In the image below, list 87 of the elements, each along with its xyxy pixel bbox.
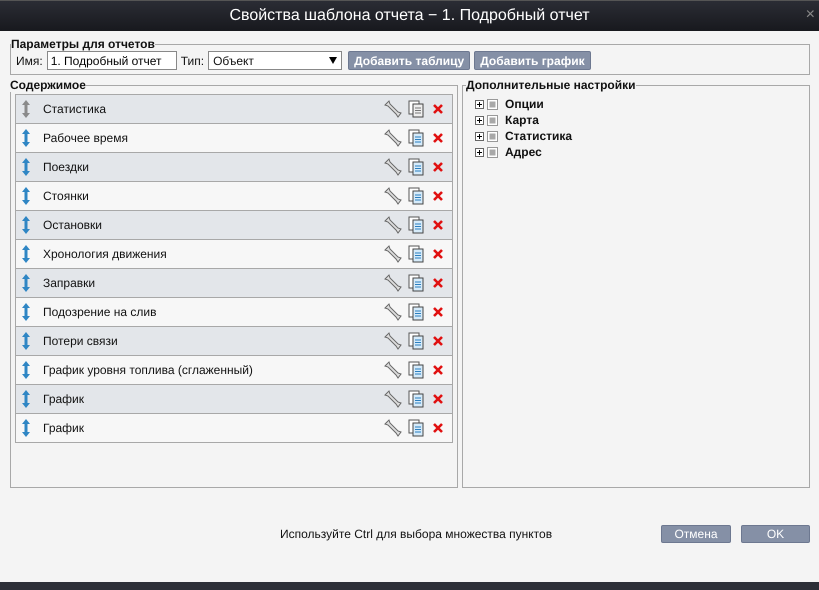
move-arrow-icon[interactable] <box>21 128 31 148</box>
wrench-icon[interactable] <box>384 245 402 263</box>
delete-icon[interactable] <box>432 364 444 376</box>
move-arrow-icon[interactable] <box>21 389 31 409</box>
expand-icon[interactable] <box>475 148 484 156</box>
move-arrow-icon[interactable] <box>21 244 31 264</box>
hint-text: Используйте Ctrl для выбора множества пунктов <box>280 527 554 541</box>
delete-icon[interactable] <box>432 335 444 347</box>
tree-item-label[interactable]: Карта <box>505 113 539 127</box>
delete-icon[interactable] <box>432 248 444 260</box>
copy-icon[interactable] <box>408 245 424 263</box>
checkbox[interactable] <box>487 146 498 158</box>
wrench-icon[interactable] <box>384 216 402 234</box>
delete-icon[interactable] <box>432 393 444 405</box>
content-item[interactable]: График <box>16 385 452 414</box>
group-title: Параметры для отчетов <box>11 37 155 51</box>
expand-icon[interactable] <box>475 116 484 124</box>
delete-icon[interactable] <box>432 103 444 115</box>
wrench-icon[interactable] <box>384 303 402 321</box>
wrench-icon[interactable] <box>384 419 402 437</box>
move-arrow-icon[interactable] <box>21 418 31 438</box>
wrench-icon[interactable] <box>384 361 402 379</box>
content-item[interactable]: Поездки <box>16 153 452 182</box>
move-arrow-icon[interactable] <box>21 186 31 206</box>
content-item[interactable]: Потери связи <box>16 327 452 356</box>
wrench-icon[interactable] <box>384 100 402 118</box>
group-title: Дополнительные настройки <box>466 78 636 92</box>
copy-icon[interactable] <box>408 332 424 350</box>
item-label: Поездки <box>43 160 90 174</box>
window-title: Свойства шаблона отчета − 1. Подробный отчет <box>229 7 590 25</box>
wrench-icon[interactable] <box>384 274 402 292</box>
copy-icon[interactable] <box>408 100 424 118</box>
field-label: Тип: <box>180 54 204 68</box>
copy-icon[interactable] <box>408 390 424 408</box>
group-title: Содержимое <box>10 78 86 92</box>
delete-icon[interactable] <box>432 190 444 202</box>
move-arrow-icon[interactable] <box>21 302 31 322</box>
delete-icon[interactable] <box>432 306 444 318</box>
close-button[interactable]: × <box>806 7 815 23</box>
move-arrow-icon[interactable] <box>21 157 31 177</box>
item-label: График уровня топлива (сглаженный) <box>43 363 254 377</box>
copy-icon[interactable] <box>408 274 424 292</box>
checkbox[interactable] <box>487 130 498 142</box>
type-dropdown[interactable]: Объект <box>208 51 342 70</box>
delete-icon[interactable] <box>432 422 444 434</box>
tree-item-label[interactable]: Статистика <box>505 129 572 143</box>
name-field[interactable]: 1. Подробный отчет <box>46 51 177 70</box>
delete-icon[interactable] <box>432 132 444 144</box>
tree-item-label[interactable]: Опции <box>505 97 544 111</box>
content-item[interactable]: Заправки <box>16 269 452 298</box>
wrench-icon[interactable] <box>384 332 402 350</box>
item-label: Статистика <box>43 102 108 116</box>
item-label: График <box>43 392 85 406</box>
item-label: График <box>43 421 85 435</box>
item-label: Подозрение на слив <box>43 305 158 319</box>
tree-item-label[interactable]: Адрес <box>505 145 542 159</box>
wrench-icon[interactable] <box>384 390 402 408</box>
content-item[interactable]: Остановки <box>16 211 452 240</box>
copy-icon[interactable] <box>408 129 424 147</box>
checkbox[interactable] <box>487 98 498 110</box>
item-label: Потери связи <box>43 334 119 348</box>
wrench-icon[interactable] <box>384 187 402 205</box>
move-arrow-icon[interactable] <box>21 331 31 351</box>
copy-icon[interactable] <box>408 303 424 321</box>
copy-icon[interactable] <box>408 419 424 437</box>
item-label: Рабочее время <box>43 131 129 145</box>
move-arrow-icon[interactable] <box>21 273 31 293</box>
item-label: Стоянки <box>43 189 90 203</box>
move-arrow-icon[interactable] <box>21 360 31 380</box>
checkbox[interactable] <box>487 114 498 126</box>
copy-icon[interactable] <box>408 361 424 379</box>
wrench-icon[interactable] <box>384 158 402 176</box>
item-label: Остановки <box>43 218 103 232</box>
wrench-icon[interactable] <box>384 129 402 147</box>
expand-icon[interactable] <box>475 132 484 140</box>
copy-icon[interactable] <box>408 187 424 205</box>
copy-icon[interactable] <box>408 158 424 176</box>
delete-icon[interactable] <box>432 277 444 289</box>
move-arrow-icon[interactable] <box>21 215 31 235</box>
delete-icon[interactable] <box>432 219 444 231</box>
item-label: Заправки <box>43 276 96 290</box>
item-label: Хронология движения <box>43 247 168 261</box>
dropdown-arrow-icon[interactable] <box>329 57 338 64</box>
copy-icon[interactable] <box>408 216 424 234</box>
field-label: Имя: <box>16 54 43 68</box>
expand-icon[interactable] <box>475 100 484 108</box>
delete-icon[interactable] <box>432 161 444 173</box>
